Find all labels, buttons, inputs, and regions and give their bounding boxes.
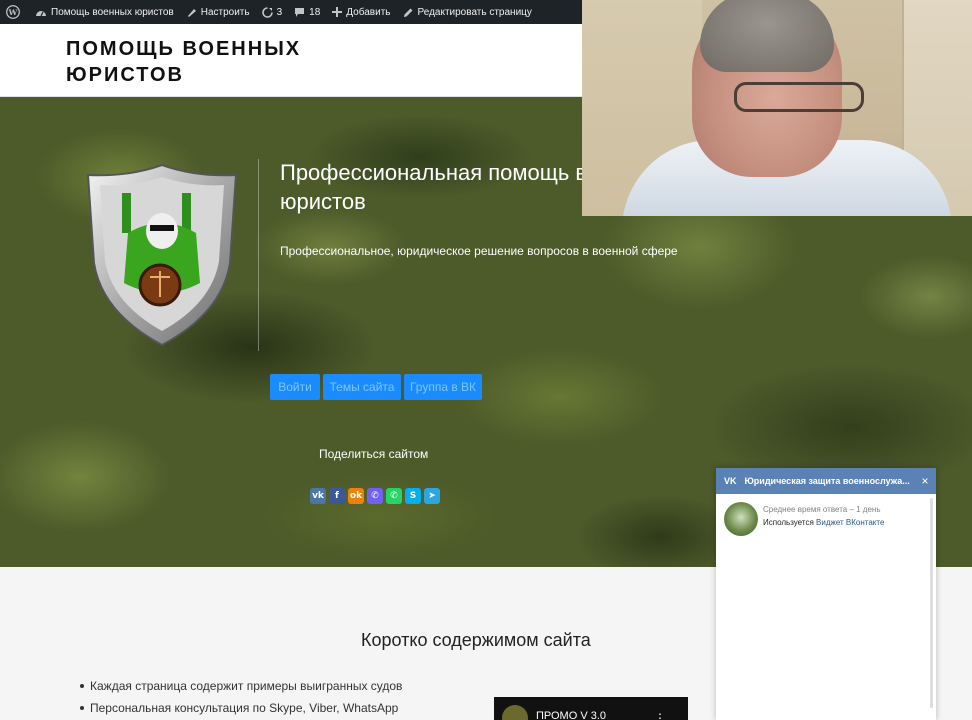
vk-group-button[interactable]: Группа в ВК [404, 374, 482, 400]
comments-count: 18 [309, 6, 321, 18]
brush-icon [187, 8, 196, 17]
edit-page-label: Редактировать страницу [417, 6, 532, 18]
webcam-hair [700, 0, 834, 72]
vk-community-avatar [724, 502, 758, 536]
list-item: Персональная консультация по Skype, Vibe… [79, 699, 402, 720]
updates-icon [261, 6, 273, 18]
dashboard-icon [36, 10, 46, 16]
share-buttons: vk f ok ✆ ✆ S ➤ [310, 488, 440, 504]
screen: { "admin_bar": { "site_name": "Помощь во… [0, 0, 972, 720]
comments-link[interactable]: 18 [288, 0, 326, 24]
channel-avatar [502, 705, 528, 720]
video-title: ПРОМО V 3.0 [536, 710, 607, 720]
vk-widget-header[interactable]: VK Юридическая защита военнослужа... × [716, 468, 936, 494]
shield-emblem-logo [86, 163, 238, 347]
vk-response-time: Среднее время ответа – 1 день [763, 505, 881, 514]
whatsapp-share-icon[interactable]: ✆ [386, 488, 402, 504]
site-topics-button[interactable]: Темы сайта [323, 374, 401, 400]
edit-page-link[interactable]: Редактировать страницу [397, 0, 538, 24]
login-button[interactable]: Войти [270, 374, 320, 400]
svg-text:W: W [8, 8, 18, 17]
site-name-menu[interactable]: Помощь военных юристов [29, 0, 180, 24]
site-name-label: Помощь военных юристов [51, 6, 174, 18]
skype-share-icon[interactable]: S [405, 488, 421, 504]
share-label: Поделиться сайтом [319, 447, 429, 461]
vk-powered-by: Используется Виджет ВКонтакте [763, 518, 884, 527]
vk-scrollbar[interactable] [930, 498, 933, 708]
vk-widget-link[interactable]: Виджет ВКонтакте [816, 518, 884, 527]
kebab-menu-icon[interactable]: ⋮ [654, 711, 666, 720]
odnoklassniki-share-icon[interactable]: ok [348, 488, 364, 504]
pencil-icon [403, 8, 412, 17]
viber-share-icon[interactable]: ✆ [367, 488, 383, 504]
vk-messages-widget: VK Юридическая защита военнослужа... × С… [716, 468, 936, 720]
comment-bubble-icon [295, 7, 305, 17]
vk-used-prefix: Используется [763, 518, 814, 527]
facebook-share-icon[interactable]: f [329, 488, 345, 504]
add-new-link[interactable]: Добавить [326, 0, 396, 24]
hero-description: Профессиональное, юридическое решение во… [280, 244, 678, 258]
updates-link[interactable]: 3 [256, 0, 289, 24]
telegram-share-icon[interactable]: ➤ [424, 488, 440, 504]
site-title[interactable]: ПОМОЩЬ ВОЕННЫХ ЮРИСТОВ [66, 36, 366, 88]
customize-label: Настроить [200, 6, 250, 18]
webcam-glasses [734, 82, 864, 112]
plus-icon [332, 7, 343, 17]
promo-video-embed[interactable]: ПРОМО V 3.0 ⋮ [494, 697, 688, 720]
vk-widget-title: Юридическая защита военнослужа... [744, 476, 910, 486]
webcam-overlay [582, 0, 972, 216]
feature-list: Каждая страница содержит примеры выигран… [79, 677, 402, 720]
content-heading: Коротко содержимом сайта [361, 630, 591, 650]
customize-link[interactable]: Настроить [180, 0, 256, 24]
wordpress-logo-icon[interactable]: W [0, 0, 29, 24]
updates-count: 3 [276, 6, 283, 18]
list-item: Каждая страница содержит примеры выигран… [79, 677, 402, 699]
close-icon[interactable]: × [914, 474, 936, 488]
hero-divider [258, 159, 259, 351]
add-new-label: Добавить [346, 6, 391, 18]
vk-logo-icon: VK [724, 476, 737, 486]
vk-share-icon[interactable]: vk [310, 488, 326, 504]
